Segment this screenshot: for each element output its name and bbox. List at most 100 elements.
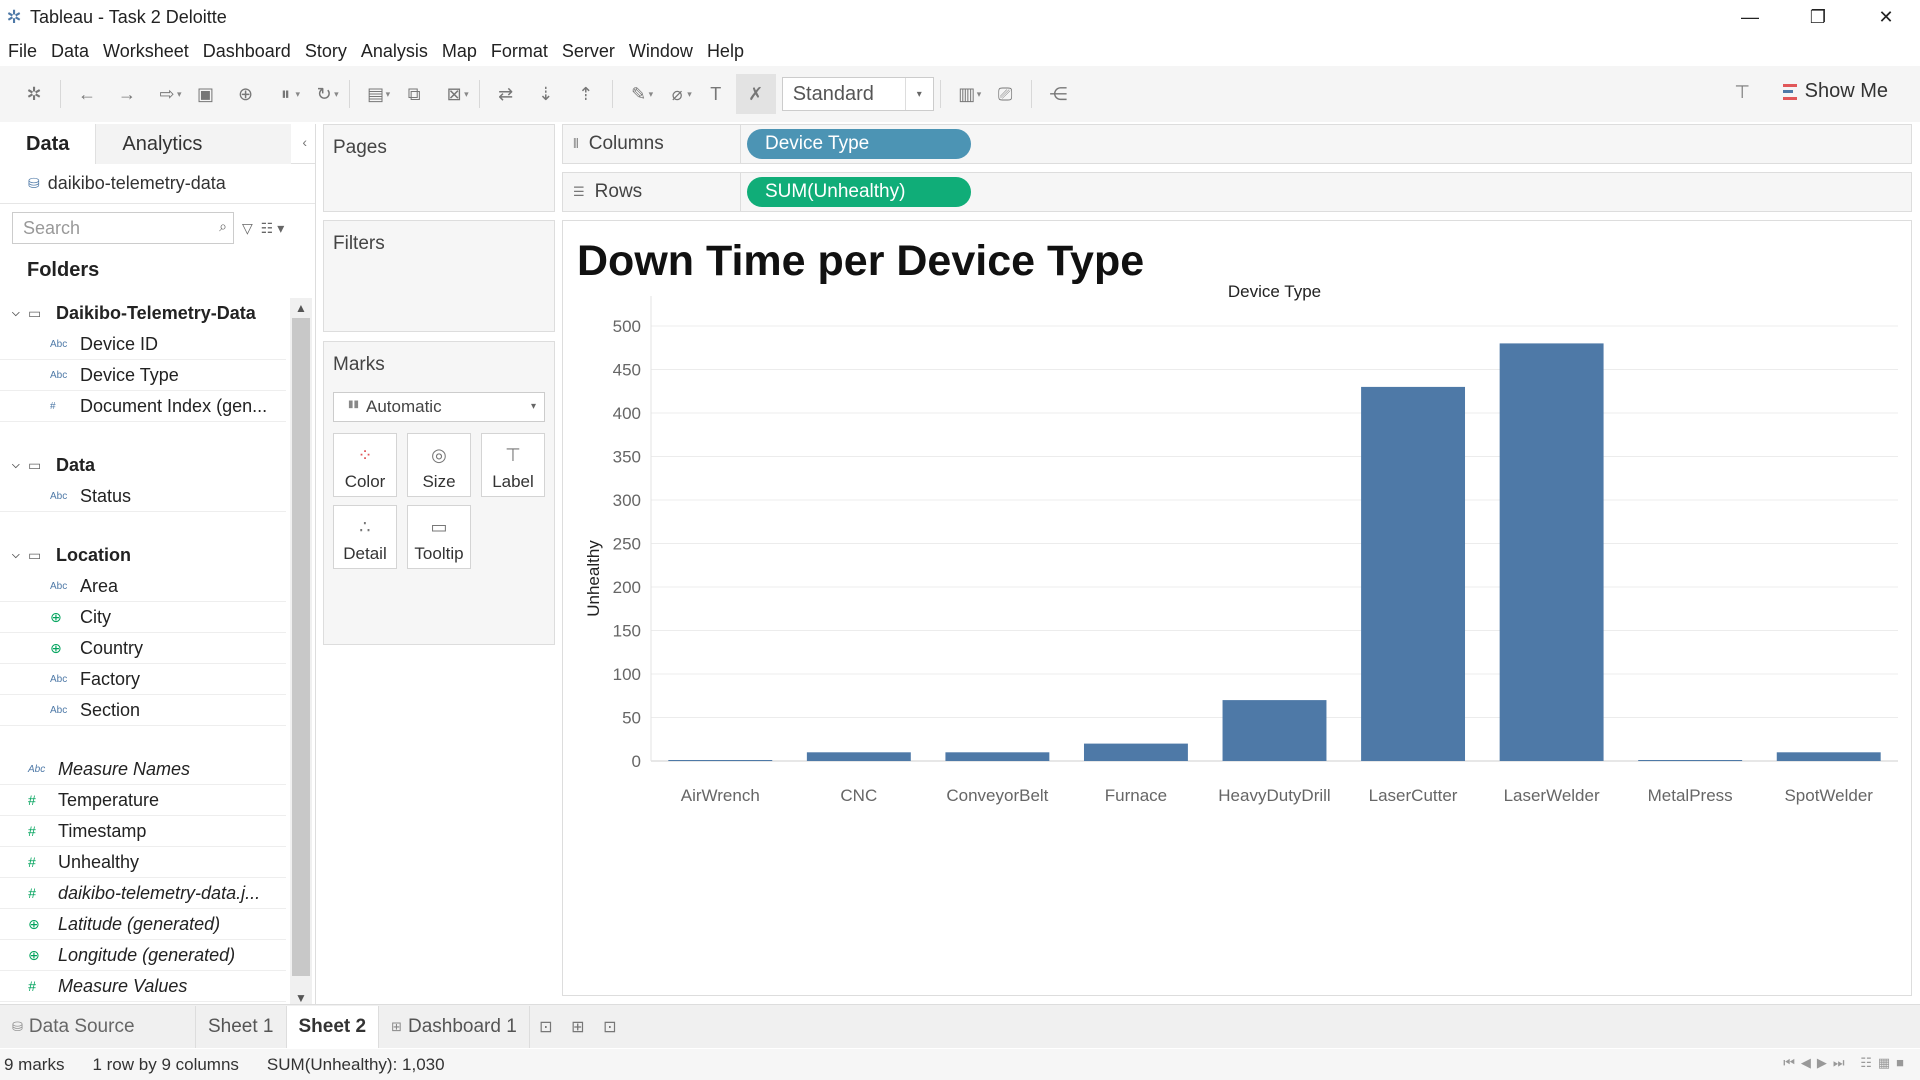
sort-ascending-icon[interactable]: ⇣ xyxy=(526,74,566,114)
field-unhealthy[interactable]: # Unhealthy xyxy=(0,847,286,878)
folder-daikibo-telemetry-data[interactable]: ⌵ ▭ Daikibo-Telemetry-Data xyxy=(0,298,290,329)
tab-sheet-2[interactable]: Sheet 2 xyxy=(286,1005,380,1048)
menu-dashboard[interactable]: Dashboard xyxy=(203,41,291,62)
tab-data[interactable]: Data xyxy=(0,124,96,164)
menu-worksheet[interactable]: Worksheet xyxy=(103,41,189,62)
chevron-up-icon[interactable]: ▲ xyxy=(290,298,312,318)
field-area[interactable]: Abc Area xyxy=(0,571,286,602)
menu-server[interactable]: Server xyxy=(562,41,615,62)
restore-button[interactable]: ❐ xyxy=(1784,0,1852,34)
tab-sheet-1[interactable]: Sheet 1 xyxy=(196,1005,287,1048)
fit-select[interactable]: Standard ▾ xyxy=(781,77,934,111)
view-options-icon[interactable]: ☷ ▾ xyxy=(261,220,284,237)
columns-shelf[interactable]: ⦀ Columns Device Type xyxy=(562,124,1912,164)
menu-format[interactable]: Format xyxy=(491,41,548,62)
field-device-type[interactable]: Abc Device Type xyxy=(0,360,286,391)
folder-location[interactable]: ⌵ ▭ Location xyxy=(0,540,290,571)
filters-card[interactable]: Filters xyxy=(323,220,555,332)
globe-icon: ⊕ xyxy=(50,639,62,656)
new-story-icon[interactable]: ⊡ xyxy=(594,1017,626,1037)
field-document-index[interactable]: # Document Index (gen... xyxy=(0,391,286,422)
folders-heading: Folders xyxy=(27,258,100,281)
pages-card[interactable]: Pages xyxy=(323,124,555,212)
rows-shelf[interactable]: ☰ Rows SUM(Unhealthy) xyxy=(562,172,1912,212)
new-datasource-icon[interactable]: ⊕ xyxy=(226,74,266,114)
menu-help[interactable]: Help xyxy=(707,41,744,62)
size-icon: ◎ xyxy=(431,445,447,465)
fix-axes-icon[interactable]: ✗ xyxy=(735,74,776,114)
field-longitude[interactable]: ⊕ Longitude (generated) xyxy=(0,940,286,971)
label-button[interactable]: ⊤ Label xyxy=(481,433,545,497)
field-temperature[interactable]: # Temperature xyxy=(0,785,286,816)
folder-icon: ▭ xyxy=(28,457,42,473)
tab-analytics[interactable]: Analytics xyxy=(95,124,292,164)
search-input[interactable]: Search ⌕ xyxy=(12,212,234,244)
field-device-id[interactable]: Abc Device ID xyxy=(0,329,286,360)
sort-descending-icon[interactable]: ⇡ xyxy=(566,74,606,114)
field-label: Device ID xyxy=(80,333,159,354)
undo-icon[interactable]: ← xyxy=(67,74,107,114)
close-button[interactable]: ✕ xyxy=(1852,0,1920,34)
field-country[interactable]: ⊕ Country xyxy=(0,633,286,664)
string-type-icon: Abc xyxy=(50,369,68,381)
x-tick-label: LaserCutter xyxy=(1369,786,1458,805)
field-section[interactable]: Abc Section xyxy=(0,695,286,726)
redo-icon[interactable]: → xyxy=(107,74,147,114)
columns-pill-device-type[interactable]: Device Type xyxy=(747,129,971,159)
new-worksheet-icon[interactable]: ⊡ xyxy=(530,1017,562,1037)
menu-window[interactable]: Window xyxy=(629,41,693,62)
format-painter-icon[interactable]: ⊤ xyxy=(1734,82,1750,103)
folder-icon: ▭ xyxy=(28,305,42,321)
datasource-item[interactable]: ⛁ daikibo-telemetry-data xyxy=(0,164,315,204)
field-city[interactable]: ⊕ City xyxy=(0,602,286,633)
bar-airwrench xyxy=(668,760,773,761)
save-icon[interactable]: ▣ xyxy=(186,74,226,114)
field-factory[interactable]: Abc Factory xyxy=(0,664,286,695)
folder-data[interactable]: ⌵ ▭ Data xyxy=(0,450,290,481)
show-mark-labels-icon[interactable]: T xyxy=(696,74,736,114)
folder-label: Daikibo-Telemetry-Data xyxy=(56,303,256,323)
minimize-button[interactable]: — xyxy=(1716,0,1784,34)
x-tick-label: LaserWelder xyxy=(1504,786,1600,805)
show-me-button[interactable]: Show Me xyxy=(1782,80,1888,103)
scrollbar-thumb[interactable] xyxy=(292,318,310,976)
tab-dashboard-1[interactable]: ⊞ Dashboard 1 xyxy=(379,1005,530,1048)
tableau-home-icon[interactable]: ✲ xyxy=(14,74,54,114)
collapse-pane-icon[interactable]: ‹ xyxy=(302,134,307,150)
color-button[interactable]: ⁘ Color xyxy=(333,433,397,497)
share-icon[interactable]: ⋲ xyxy=(1038,74,1078,114)
y-axis-title: Unhealthy xyxy=(584,540,603,617)
field-measure-values[interactable]: # Measure Values xyxy=(0,971,286,1002)
x-tick-label: HeavyDutyDrill xyxy=(1218,786,1330,805)
field-latitude[interactable]: ⊕ Latitude (generated) xyxy=(0,909,286,940)
size-button[interactable]: ◎ Size xyxy=(407,433,471,497)
field-timestamp[interactable]: # Timestamp xyxy=(0,816,286,847)
color-icon: ⁘ xyxy=(357,445,373,465)
menu-file[interactable]: File xyxy=(8,41,37,62)
menu-story[interactable]: Story xyxy=(305,41,347,62)
tooltip-button[interactable]: ▭ Tooltip xyxy=(407,505,471,569)
field-list-scrollbar[interactable]: ▲ ▼ xyxy=(290,298,312,1008)
sheet-navigation-icon[interactable]: ⏮◀▶⏭ ☷▦■ xyxy=(1783,1055,1910,1071)
field-label: City xyxy=(80,606,111,627)
field-record-count[interactable]: # daikibo-telemetry-data.j... xyxy=(0,878,286,909)
duplicate-sheet-icon[interactable]: ⧉ xyxy=(394,74,434,114)
menu-analysis[interactable]: Analysis xyxy=(361,41,428,62)
rows-pill-sum-unhealthy[interactable]: SUM(Unhealthy) xyxy=(747,177,971,207)
tab-data-source[interactable]: ⛁ Data Source xyxy=(0,1005,196,1048)
x-tick-label: CNC xyxy=(840,786,877,805)
filter-icon[interactable]: ▽ xyxy=(242,220,253,237)
field-label: Device Type xyxy=(80,364,179,385)
detail-button[interactable]: ∴ Detail xyxy=(333,505,397,569)
new-dashboard-icon[interactable]: ⊞ xyxy=(562,1017,594,1037)
presentation-mode-icon[interactable]: ⎚ xyxy=(985,74,1025,114)
field-status[interactable]: Abc Status xyxy=(0,481,286,512)
bar-spotwelder xyxy=(1776,752,1881,761)
menu-map[interactable]: Map xyxy=(442,41,477,62)
mark-type-select[interactable]: ▮▮ Automatic ▾ xyxy=(333,392,545,422)
menu-data[interactable]: Data xyxy=(51,41,89,62)
swap-rows-columns-icon[interactable]: ⇄ xyxy=(486,74,526,114)
data-pane: Data Analytics ‹ ⛁ daikibo-telemetry-dat… xyxy=(0,124,316,1008)
columns-label: Columns xyxy=(588,133,664,154)
field-measure-names[interactable]: Abc Measure Names xyxy=(0,754,286,785)
